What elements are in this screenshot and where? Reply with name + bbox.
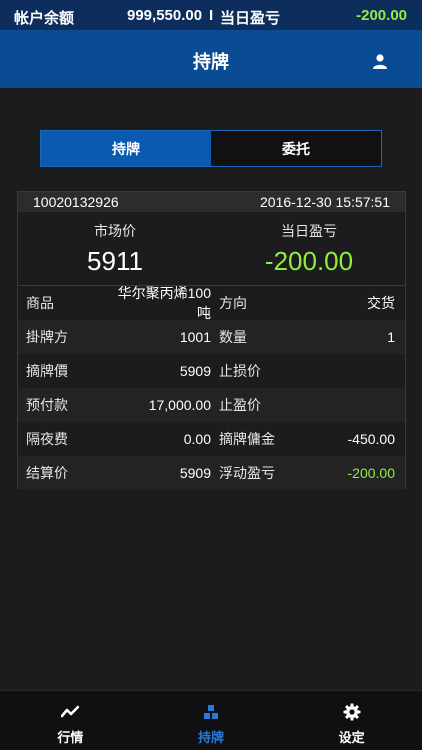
nav-tab-market[interactable]: 行情 [0, 691, 141, 750]
detail-row: 摘牌價 5909 止损价 [18, 354, 405, 388]
nav-header: 持牌 [0, 30, 422, 88]
position-datetime: 2016-12-30 15:57:51 [260, 194, 390, 210]
detail-value: 17,000.00 [148, 397, 211, 413]
market-price-label: 市场价 [94, 223, 136, 239]
detail-key: 隔夜费 [26, 431, 68, 447]
day-pnl-value: -200.00 [356, 7, 407, 24]
tab-orders[interactable]: 委托 [211, 131, 381, 166]
balance-separator: I [209, 7, 214, 24]
detail-row: 隔夜费 0.00 摘牌傭金 -450.00 [18, 422, 405, 456]
day-pnl-label-card: 当日盈亏 [281, 223, 337, 239]
nav-tab-label: 行情 [57, 730, 84, 745]
detail-key: 摘牌價 [26, 363, 68, 379]
detail-value: -450.00 [347, 431, 395, 447]
page-title: 持牌 [193, 52, 229, 72]
detail-value: -200.00 [347, 465, 395, 481]
detail-value: 0.00 [183, 431, 211, 447]
detail-row: 结算价 5909 浮动盈亏 -200.00 [18, 456, 405, 490]
detail-key: 浮动盈亏 [219, 465, 275, 481]
day-pnl-label: 当日盈亏 [220, 10, 281, 27]
detail-row: 预付款 17,000.00 止盈价 [18, 388, 405, 422]
balance-label: 帐户余额 [14, 10, 75, 27]
nav-tab-label: 设定 [338, 730, 365, 745]
balance-value: 999,550.00 [127, 7, 203, 24]
market-price-value: 5911 [87, 246, 143, 276]
detail-key: 止损价 [219, 363, 261, 379]
position-card-header: 10020132926 2016-12-30 15:57:51 [18, 192, 405, 212]
detail-value: 交货 [367, 295, 395, 311]
detail-row: 商品 华尔聚丙烯100吨 方向 交货 [18, 285, 405, 321]
position-card[interactable]: 10020132926 2016-12-30 15:57:51 市场价 5911… [17, 191, 406, 490]
detail-row: 掛牌方 1001 数量 1 [18, 320, 405, 354]
detail-key: 止盈价 [219, 397, 261, 413]
detail-key: 结算价 [26, 465, 68, 481]
detail-key: 掛牌方 [26, 329, 68, 345]
gear-icon [343, 703, 361, 721]
chart-line-icon [61, 705, 80, 718]
tab-positions[interactable]: 持牌 [41, 131, 211, 166]
bottom-tab-bar: 行情 持牌 设定 [0, 690, 422, 750]
user-icon [373, 54, 387, 69]
day-pnl-value-card: -200.00 [264, 246, 354, 276]
position-id: 10020132926 [33, 194, 119, 210]
detail-key: 预付款 [26, 397, 68, 413]
position-blocks-icon [204, 705, 218, 719]
detail-value: 5909 [179, 363, 211, 379]
position-details: 商品 华尔聚丙烯100吨 方向 交货 掛牌方 1001 数量 1 摘牌價 590… [18, 285, 405, 490]
detail-value: 5909 [179, 465, 211, 481]
quote-panel: 市场价 5911 当日盈亏 -200.00 [18, 212, 405, 286]
detail-value: 华尔聚丙烯100吨 [117, 285, 211, 321]
detail-value: 1001 [179, 329, 211, 345]
nav-tab-settings[interactable]: 设定 [281, 691, 422, 750]
detail-key: 方向 [219, 295, 247, 311]
nav-tab-label: 持牌 [198, 730, 225, 745]
position-tabs: 持牌 委托 [40, 130, 382, 167]
detail-key: 摘牌傭金 [219, 431, 275, 447]
detail-key: 数量 [219, 329, 247, 345]
nav-tab-positions[interactable]: 持牌 [141, 691, 282, 750]
detail-key: 商品 [26, 295, 54, 311]
account-summary-bar: 帐户余额 999,550.00 I 当日盈亏 -200.00 [0, 0, 422, 30]
user-button[interactable] [372, 53, 388, 69]
detail-value: 1 [387, 329, 395, 345]
